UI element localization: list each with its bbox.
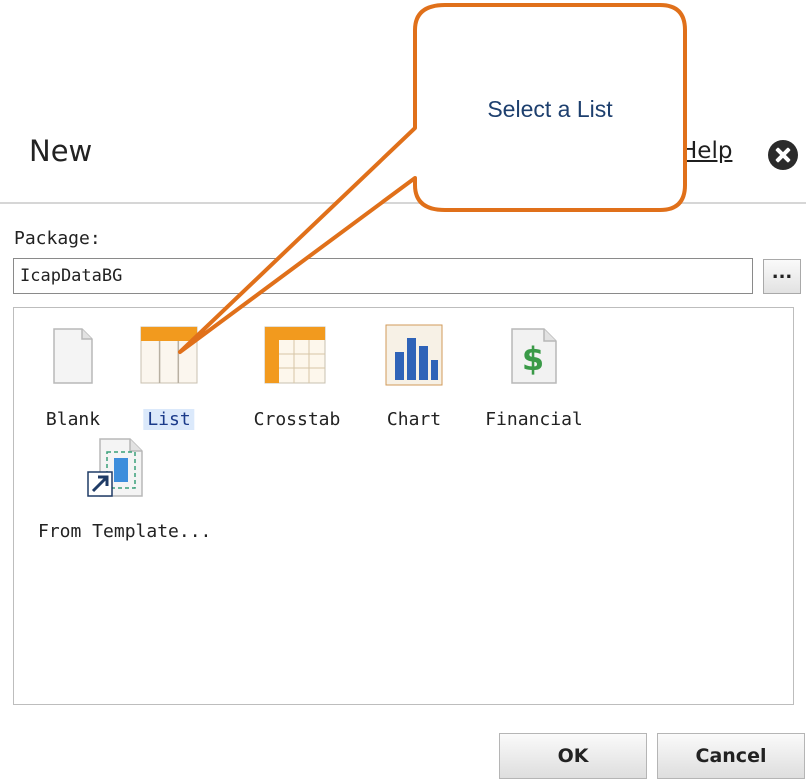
list-report-icon (140, 326, 198, 384)
financial-dollar-icon: $ (511, 328, 557, 384)
close-icon[interactable] (768, 140, 798, 170)
item-from-template[interactable]: From Template... (28, 438, 228, 548)
item-label: Crosstab (253, 409, 341, 430)
item-label: List (143, 409, 195, 430)
help-link[interactable]: Help (680, 138, 732, 164)
cancel-button[interactable]: Cancel (657, 733, 805, 779)
svg-text:$: $ (522, 340, 544, 378)
dialog-title: New (29, 134, 93, 168)
item-chart[interactable]: Chart (369, 324, 459, 436)
item-label: Chart (386, 409, 442, 430)
report-type-panel: Blank List Crosstab Chart $ Financial Fr… (13, 307, 794, 705)
package-input[interactable] (13, 258, 753, 294)
template-shortcut-icon (87, 438, 143, 497)
item-label: Blank (45, 409, 101, 430)
chart-icon (385, 324, 443, 386)
blank-page-icon (53, 328, 93, 384)
browse-package-button[interactable]: ... (763, 259, 801, 294)
package-label: Package: (14, 228, 101, 249)
item-list[interactable]: List (124, 326, 214, 436)
item-crosstab[interactable]: Crosstab (242, 326, 352, 436)
callout-text: Select a List (487, 96, 613, 122)
ok-button[interactable]: OK (499, 733, 647, 779)
crosstab-icon (264, 326, 326, 384)
item-financial[interactable]: $ Financial (484, 326, 584, 436)
item-label: Financial (485, 409, 583, 430)
item-label: From Template... (38, 521, 212, 542)
title-divider (0, 202, 806, 204)
item-blank[interactable]: Blank (28, 326, 118, 436)
